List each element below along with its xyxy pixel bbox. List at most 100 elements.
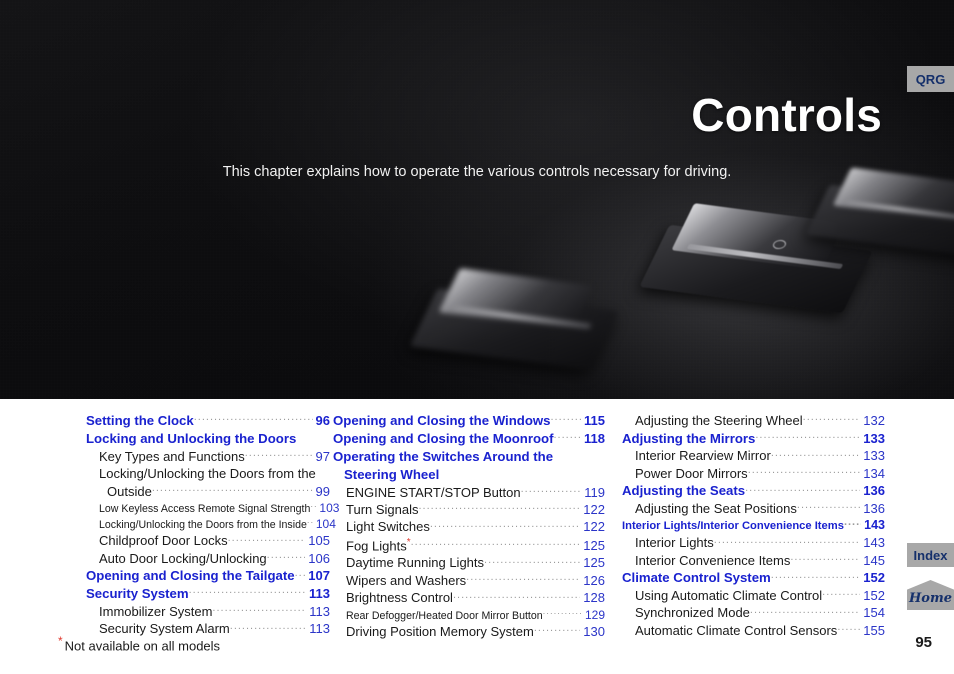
toc-page-number: 125 (583, 538, 605, 554)
toc-entry[interactable]: Auto Door Locking/Unlocking 106 (86, 550, 330, 567)
toc-entry-label: Opening and Closing the Moonroof (333, 431, 554, 447)
dot-leader (230, 620, 307, 633)
toc-page-number: 125 (583, 555, 605, 571)
dot-leader (837, 622, 860, 635)
toc-entry-label: Adjusting the Mirrors (622, 430, 756, 446)
toc-entry[interactable]: Immobilizer System 113 (86, 603, 330, 620)
toc-entry[interactable]: Interior Lights/Interior Convenience Ite… (622, 517, 885, 534)
toc-entry[interactable]: Synchronized Mode 154 (622, 604, 885, 621)
toc-page-number: 96 (315, 413, 330, 429)
toc-entry[interactable]: Adjusting the Mirrors 133 (622, 429, 885, 447)
dot-leader (295, 567, 306, 580)
toc-entry[interactable]: Daytime Running Lights 125 (333, 554, 605, 571)
toc-page-number: 154 (863, 605, 885, 621)
toc-entry[interactable]: Locking and Unlocking the Doors (86, 430, 330, 448)
dot-leader (430, 518, 580, 531)
dot-leader (245, 448, 313, 461)
toc-entry[interactable]: Key Types and Functions 97 (86, 448, 330, 465)
toc-entry[interactable]: Locking/Unlocking the Doors from the Ins… (86, 516, 336, 532)
rocker-switch-right-icon (805, 167, 954, 258)
toc-entry[interactable]: Adjusting the Seat Positions 136 (622, 500, 885, 517)
rocker-switch-center-icon (639, 203, 873, 314)
toc-page-number: 122 (583, 519, 605, 535)
toc-entry[interactable]: Opening and Closing the Windows 115 (333, 412, 605, 430)
toc-entry[interactable]: Rear Defogger/Heated Door Mirror Button 1… (333, 607, 605, 623)
toc-page-number: 126 (583, 572, 605, 588)
toc-entry-label: Opening and Closing the Windows (333, 413, 551, 429)
toc-entry[interactable]: Brightness Control 128 (333, 589, 605, 606)
toc-entry[interactable]: Power Door Mirrors 134 (622, 465, 885, 482)
toc-column-3: Adjusting the Steering Wheel132Adjusting… (605, 412, 885, 638)
toc-entry[interactable]: Setting the Clock 96 (86, 412, 330, 430)
toc-entry-label: Setting the Clock (86, 413, 194, 429)
asterisk-icon: * (58, 634, 63, 648)
toc-page-number: 122 (583, 501, 605, 517)
toc-entry-label: Operating the Switches Around the (333, 448, 554, 464)
toc-entry[interactable]: Interior Convenience Items 145 (622, 552, 885, 569)
toc-column-2: Opening and Closing the Windows115Openin… (330, 412, 605, 639)
toc-entry-label: Wipers and Washers (346, 572, 467, 588)
toc-entry[interactable]: Security System 113 (86, 585, 330, 603)
toc-entry[interactable]: Fog Lights* 125 (333, 536, 605, 555)
toc-entry[interactable]: Outside 99 (86, 483, 330, 500)
toc-entry[interactable]: Opening and Closing the Moonroof 118 (333, 430, 605, 448)
dot-leader (411, 537, 581, 550)
toc-entry-label: Locking/Unlocking the Doors from the (99, 466, 316, 482)
toc-entry-label: Brightness Control (346, 590, 453, 606)
toc-entry[interactable]: Low Keyless Access Remote Signal Strengt… (86, 500, 339, 516)
dot-leader (554, 430, 582, 443)
toc-entry[interactable]: Automatic Climate Control Sensors 155 (622, 622, 885, 639)
toc-entry[interactable]: Adjusting the Seats 136 (622, 482, 885, 500)
toc-entry-label: Rear Defogger/Heated Door Mirror Button (346, 609, 543, 622)
toc-entry[interactable]: Locking/Unlocking the Doors from the (86, 465, 330, 482)
rocker-switch-left-icon (409, 268, 619, 370)
toc-entry[interactable]: Driving Position Memory System 130 (333, 623, 605, 640)
toc-entry-label: Daytime Running Lights (346, 555, 485, 571)
toc-entry[interactable]: Interior Rearview Mirror 133 (622, 447, 885, 464)
toc-page-number: 132 (863, 413, 885, 428)
tab-qrg-label: QRG (915, 71, 946, 87)
toc-entry-label: Locking and Unlocking the Doors (86, 431, 297, 447)
toc-entry[interactable]: Climate Control System 152 (622, 569, 885, 587)
toc-entry-label: ENGINE START/STOP Button (346, 484, 521, 500)
dot-leader (453, 589, 580, 602)
dot-leader (748, 465, 861, 478)
toc-entry[interactable]: Using Automatic Climate Control 152 (622, 587, 885, 604)
toc-entry[interactable]: Childproof Door Locks 105 (86, 532, 330, 549)
toc-page-number: 143 (864, 518, 885, 533)
dot-leader (212, 603, 306, 616)
dot-leader (750, 604, 860, 617)
dot-leader (844, 518, 861, 529)
toc-page-number: 119 (584, 484, 605, 500)
toc-entry[interactable]: Light Switches 122 (333, 518, 605, 535)
tab-qrg[interactable]: QRG (907, 66, 954, 92)
toc-entry-label: Outside (107, 483, 152, 499)
dot-leader (307, 518, 313, 529)
toc-entry[interactable]: Wipers and Washers 126 (333, 572, 605, 589)
toc-entry[interactable]: Interior Lights 143 (622, 534, 885, 551)
toc-entry[interactable]: ENGINE START/STOP Button 119 (333, 484, 605, 501)
toc-entry-label: Light Switches (346, 519, 430, 535)
toc-entry-label: Childproof Door Locks (99, 533, 228, 549)
dot-leader (745, 482, 860, 495)
toc-page-number: 113 (309, 586, 330, 602)
chapter-description: This chapter explains how to operate the… (222, 164, 732, 180)
dot-leader (267, 550, 306, 563)
dot-leader (310, 501, 316, 512)
toc-entry-label: Opening and Closing the Tailgate (86, 568, 295, 584)
toc-entry[interactable]: Adjusting the Steering Wheel 132 (622, 412, 885, 429)
toc-entry-label: Synchronized Mode (635, 605, 750, 621)
toc-entry[interactable]: Steering Wheel (333, 466, 605, 484)
dot-leader (771, 569, 861, 582)
toc-entry[interactable]: Opening and Closing the Tailgate 107 (86, 567, 330, 585)
toc-page-number: 130 (583, 623, 605, 639)
toc-page-number: 97 (315, 448, 330, 464)
toc-entry[interactable]: Operating the Switches Around the (333, 448, 605, 466)
toc-page-number: 128 (583, 590, 605, 606)
toc-page-number: 152 (863, 570, 885, 586)
toc-entry-label: Adjusting the Seat Positions (635, 500, 797, 516)
page-title: Controls (691, 89, 882, 141)
toc-entry[interactable]: Turn Signals 122 (333, 501, 605, 518)
dot-leader (152, 483, 313, 496)
toc-entry-label: Auto Door Locking/Unlocking (99, 550, 267, 566)
